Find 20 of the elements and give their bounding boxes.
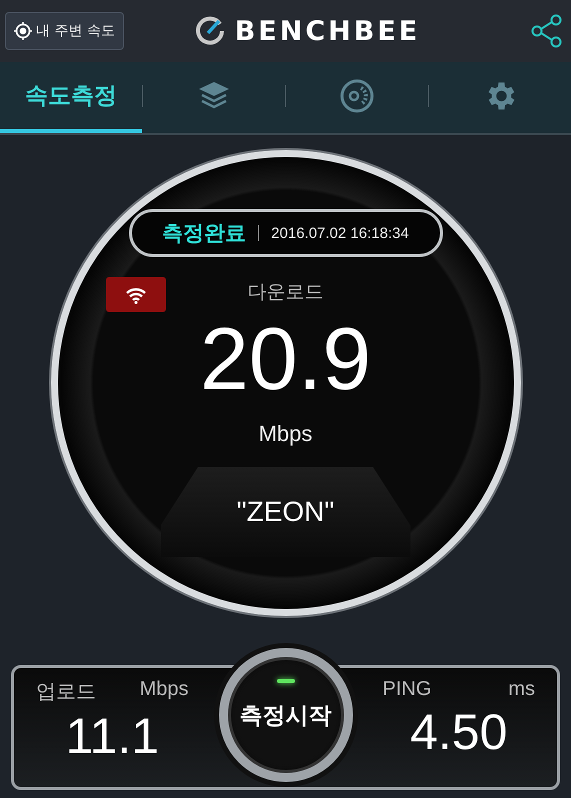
ping-unit: ms (508, 678, 535, 701)
upload-label: 업로드 (36, 680, 96, 705)
ping-label: PING (382, 678, 432, 701)
download-label: 다운로드 (248, 280, 324, 305)
gauge-logo-icon (194, 16, 225, 46)
download-value: 20.9 (200, 315, 372, 403)
logo-text: BENCHBEE (234, 16, 420, 46)
server-name: "ZEON" (160, 467, 410, 557)
layers-icon (197, 80, 231, 112)
target-icon (14, 22, 32, 40)
share-icon[interactable] (531, 14, 563, 48)
status-text: 측정완료 (162, 220, 246, 247)
upload-value: 11.1 (64, 707, 160, 765)
ping-value: 4.50 (409, 703, 508, 761)
download-unit: Mbps (258, 421, 312, 447)
disc-icon (339, 78, 375, 114)
upload-unit: Mbps (140, 678, 188, 702)
timestamp: 2016.07.02 16:18:34 (271, 224, 409, 242)
nearby-speed-button[interactable]: 내 주변 속도 (5, 12, 124, 50)
wifi-icon (124, 286, 146, 304)
